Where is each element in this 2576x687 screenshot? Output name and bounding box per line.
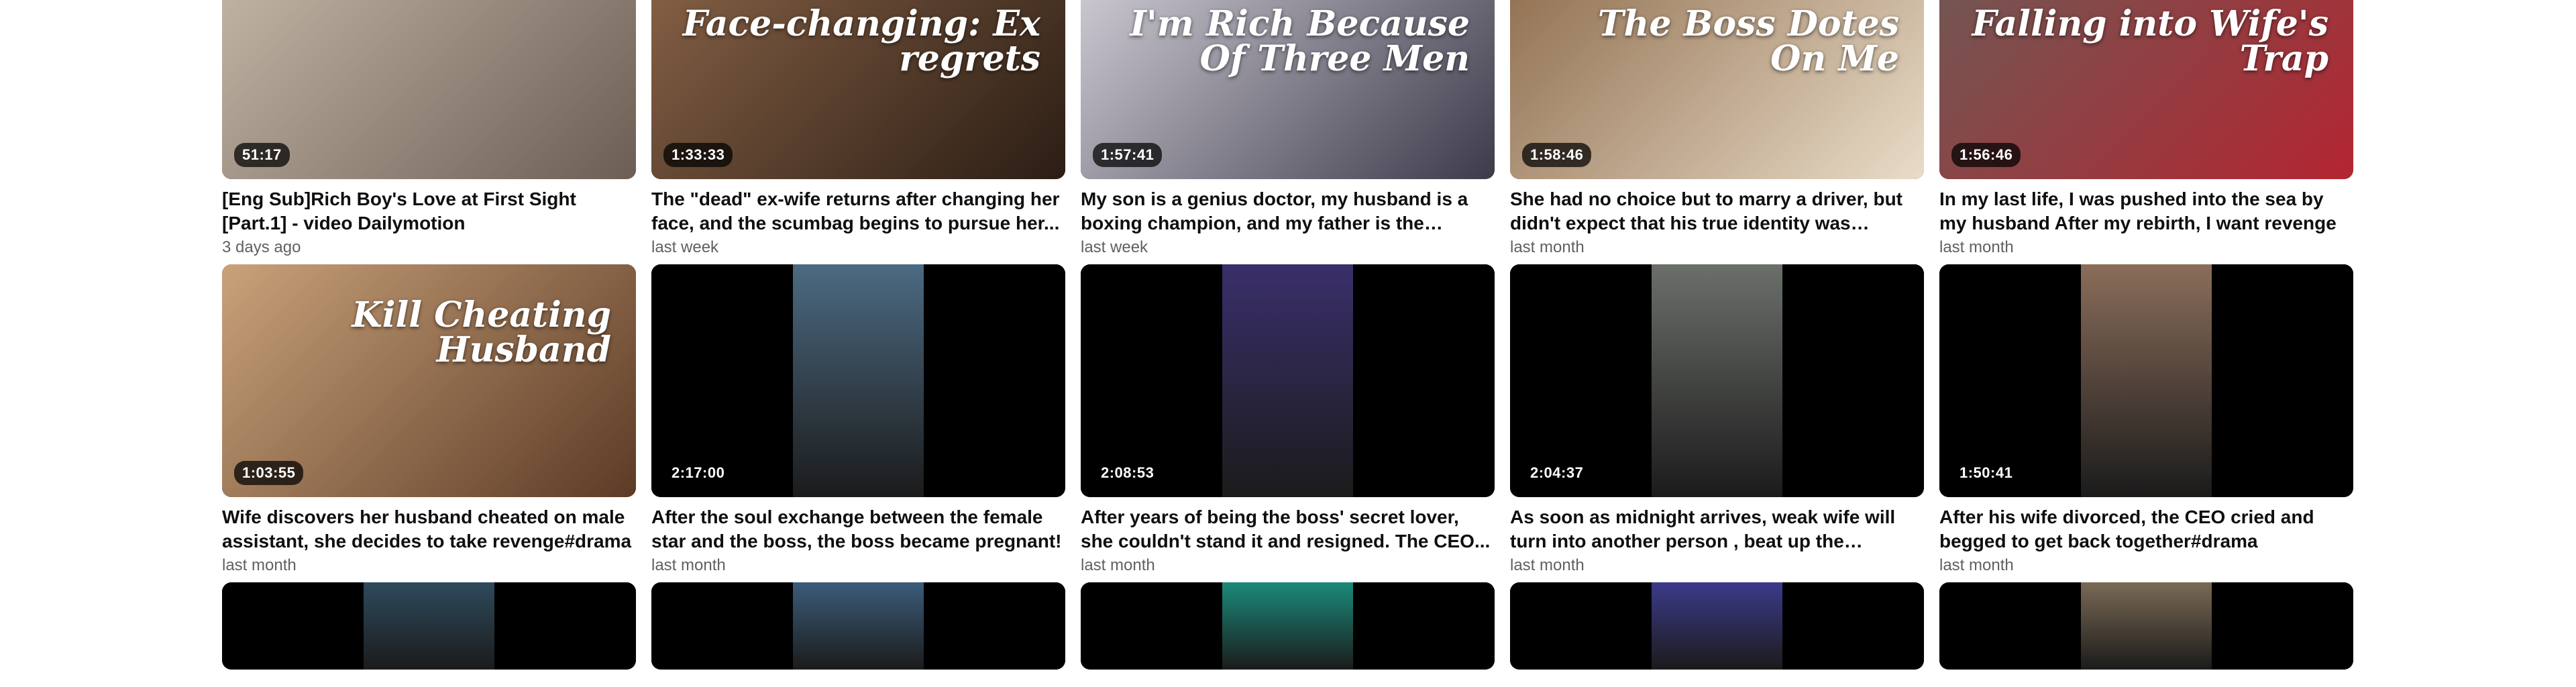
upload-age: last month <box>1939 556 2014 574</box>
video-thumbnail[interactable] <box>1939 582 2353 670</box>
video-meta: My son is a genius doctor, my husband is… <box>1081 179 1495 264</box>
video-card[interactable]: 2:08:53 After years of being the boss' se… <box>1081 264 1495 582</box>
vertical-video-frame <box>1222 582 1353 670</box>
video-meta: [Eng Sub]Rich Boy's Love at First Sight … <box>222 179 636 264</box>
video-thumbnail[interactable] <box>1510 582 1924 670</box>
video-meta: She had no choice but to marry a driver,… <box>1510 179 1924 264</box>
video-thumbnail[interactable]: 2:17:00 <box>651 264 1065 497</box>
video-title[interactable]: After years of being the boss' secret lo… <box>1081 505 1495 553</box>
thumbnail-image <box>1081 582 1495 670</box>
upload-age: last week <box>651 238 719 256</box>
vertical-video-frame <box>1652 264 1782 497</box>
upload-age: last month <box>1081 556 1155 574</box>
video-card[interactable]: 1:50:41 After his wife divorced, the CEO … <box>1939 264 2353 582</box>
vertical-video-frame <box>1652 582 1782 670</box>
video-meta: As soon as midnight arrives, weak wife w… <box>1510 497 1924 582</box>
vertical-video-frame <box>2081 582 2212 670</box>
video-card[interactable] <box>1081 582 1495 670</box>
video-meta: After years of being the boss' secret lo… <box>1081 497 1495 582</box>
video-title[interactable]: As soon as midnight arrives, weak wife w… <box>1510 505 1924 553</box>
thumbnail-image <box>222 582 636 670</box>
video-title[interactable]: The "dead" ex-wife returns after changin… <box>651 187 1065 235</box>
video-card[interactable]: Kill Cheating Husband 1:03:55 Wife discove… <box>222 264 636 582</box>
video-title[interactable]: My son is a genius doctor, my husband is… <box>1081 187 1495 235</box>
upload-age: last month <box>1939 238 2014 256</box>
video-card[interactable] <box>222 582 636 670</box>
vertical-video-frame <box>2081 264 2212 497</box>
video-title[interactable]: After the soul exchange between the fema… <box>651 505 1065 553</box>
video-meta: In my last life, I was pushed into the s… <box>1939 179 2353 264</box>
video-title[interactable]: She had no choice but to marry a driver,… <box>1510 187 1924 235</box>
duration-badge: 1:50:41 <box>1951 461 2021 485</box>
video-title[interactable]: Wife discovers her husband cheated on ma… <box>222 505 636 553</box>
video-card[interactable]: The Boss Dotes On Me 1:58:46 She had no ch… <box>1510 0 1924 264</box>
video-thumbnail[interactable]: I'm Rich Because Of Three Men 1:57:41 <box>1081 0 1495 179</box>
duration-badge: 1:58:46 <box>1522 143 1592 167</box>
duration-badge: 1:56:46 <box>1951 143 2021 167</box>
upload-age: last month <box>651 556 726 574</box>
vertical-video-frame <box>364 582 494 670</box>
video-title[interactable]: In my last life, I was pushed into the s… <box>1939 187 2353 235</box>
video-thumbnail[interactable]: 2:04:37 <box>1510 264 1924 497</box>
video-card[interactable]: Falling into Wife's Trap 1:56:46 In my las… <box>1939 0 2353 264</box>
vertical-video-frame <box>793 264 924 497</box>
video-thumbnail[interactable]: 51:17 <box>222 0 636 179</box>
duration-badge: 2:08:53 <box>1093 461 1163 485</box>
video-thumbnail[interactable] <box>651 582 1065 670</box>
video-card[interactable]: 2:04:37 As soon as midnight arrives, weak… <box>1510 264 1924 582</box>
video-title[interactable]: [Eng Sub]Rich Boy's Love at First Sight … <box>222 187 636 235</box>
upload-age: last week <box>1081 238 1148 256</box>
thumbnail-image <box>1939 582 2353 670</box>
vertical-video-frame <box>793 582 924 670</box>
upload-age: last month <box>222 556 297 574</box>
duration-badge: 51:17 <box>234 143 290 167</box>
video-meta: Wife discovers her husband cheated on ma… <box>222 497 636 582</box>
video-thumbnail[interactable]: Face-changing: Ex regrets 1:33:33 <box>651 0 1065 179</box>
video-thumbnail[interactable] <box>1081 582 1495 670</box>
video-card[interactable]: I'm Rich Because Of Three Men 1:57:41 My s… <box>1081 0 1495 264</box>
video-thumbnail[interactable]: The Boss Dotes On Me 1:58:46 <box>1510 0 1924 179</box>
video-card[interactable] <box>651 582 1065 670</box>
video-thumbnail[interactable]: 1:50:41 <box>1939 264 2353 497</box>
upload-age: last month <box>1510 238 1585 256</box>
duration-badge: 1:57:41 <box>1093 143 1163 167</box>
video-card[interactable]: 51:17 [Eng Sub]Rich Boy's Love at First S… <box>222 0 636 264</box>
video-title[interactable]: After his wife divorced, the CEO cried a… <box>1939 505 2353 553</box>
duration-badge: 1:33:33 <box>663 143 733 167</box>
video-card[interactable]: 2:17:00 After the soul exchange between t… <box>651 264 1065 582</box>
video-meta: After the soul exchange between the fema… <box>651 497 1065 582</box>
video-thumbnail[interactable] <box>222 582 636 670</box>
video-card[interactable] <box>1939 582 2353 670</box>
video-thumbnail[interactable]: 2:08:53 <box>1081 264 1495 497</box>
duration-badge: 2:17:00 <box>663 461 733 485</box>
thumbnail-image <box>651 582 1065 670</box>
upload-age: last month <box>1510 556 1585 574</box>
vertical-video-frame <box>1222 264 1353 497</box>
video-meta: The "dead" ex-wife returns after changin… <box>651 179 1065 264</box>
duration-badge: 1:03:55 <box>234 461 304 485</box>
video-card[interactable] <box>1510 582 1924 670</box>
video-meta: After his wife divorced, the CEO cried a… <box>1939 497 2353 582</box>
thumbnail-image <box>1510 582 1924 670</box>
video-thumbnail[interactable]: Kill Cheating Husband 1:03:55 <box>222 264 636 497</box>
video-card[interactable]: Face-changing: Ex regrets 1:33:33 The "dea… <box>651 0 1065 264</box>
video-grid: 51:17 [Eng Sub]Rich Boy's Love at First S… <box>222 0 2353 670</box>
video-thumbnail[interactable]: Falling into Wife's Trap 1:56:46 <box>1939 0 2353 179</box>
upload-age: 3 days ago <box>222 238 301 256</box>
duration-badge: 2:04:37 <box>1522 461 1592 485</box>
